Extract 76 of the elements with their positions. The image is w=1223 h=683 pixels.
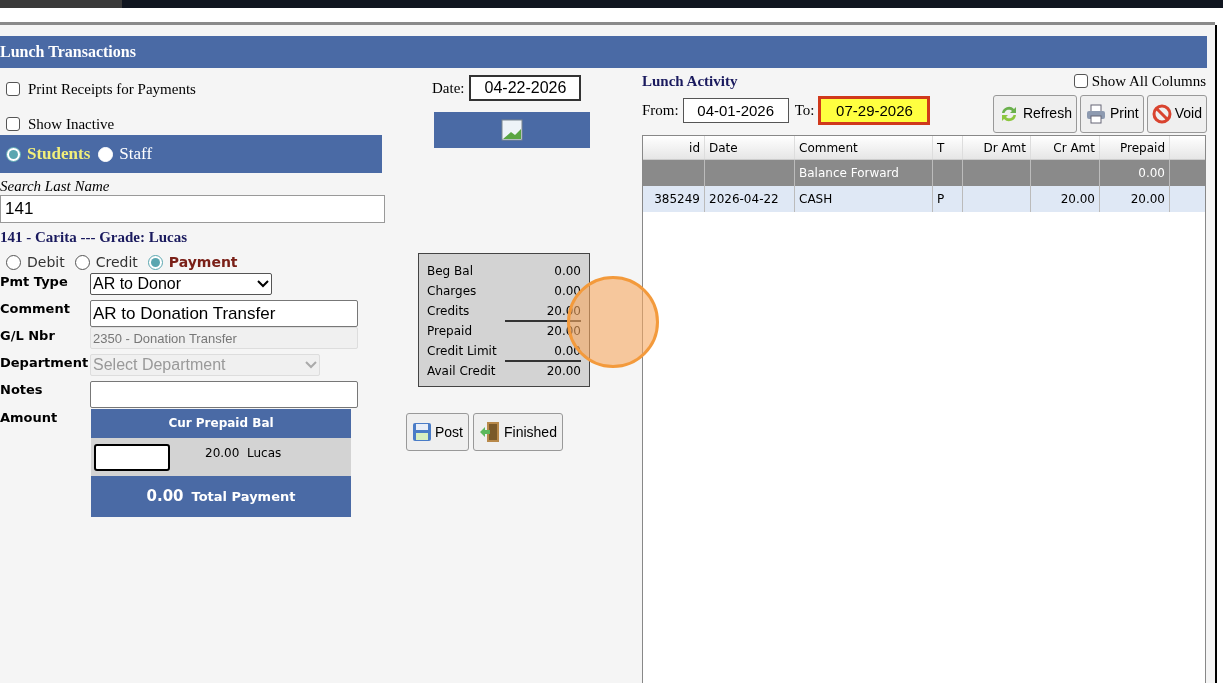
balance-value: 20.00 Lucas (205, 445, 282, 462)
void-button[interactable]: Void (1146, 94, 1207, 133)
radio-label: Staff (119, 143, 153, 166)
table-cell: 385249 (643, 185, 705, 212)
radio-button[interactable] (6, 146, 21, 162)
total-value: 0.00 (146, 486, 184, 508)
section-title: Lunch Activity (642, 72, 739, 91)
field-label: Notes (0, 381, 44, 399)
field-label: Amount (0, 409, 59, 427)
radio-label: Debit (27, 252, 65, 272)
prohibited-icon (1151, 103, 1172, 124)
radio-button[interactable] (74, 254, 90, 270)
checkbox-label: Print Receipts for Payments (28, 79, 196, 99)
to-label: To: (794, 101, 815, 121)
column-header[interactable]: Prepaid (1100, 135, 1170, 159)
column-header[interactable]: T (933, 135, 963, 159)
date-label: Date: (432, 78, 465, 98)
table-cell: CASH (795, 185, 933, 212)
post-button[interactable]: Post (406, 413, 469, 451)
print-button[interactable]: Print (1079, 94, 1144, 133)
door-icon (479, 421, 501, 443)
column-heading: Cur Prepaid Bal (167, 415, 275, 432)
page-title: Lunch Transactions (0, 42, 136, 62)
search-field[interactable]: 141 (0, 195, 385, 223)
column-header[interactable]: Cr Amt (1031, 135, 1100, 159)
summary-label: Charges (427, 283, 477, 300)
field-label: Comment (0, 300, 71, 318)
summary-label: Credit Limit (427, 343, 497, 360)
search-label: Search Last Name (0, 177, 111, 195)
date-field[interactable]: 04-22-2026 (469, 75, 582, 101)
finished-button[interactable]: Finished (473, 413, 563, 451)
field-label: Department (0, 354, 90, 372)
image-button[interactable] (434, 112, 590, 148)
summary-value: 0.00 (553, 263, 581, 280)
table-cell: 20.00 (1031, 185, 1100, 212)
summary-label: Credits (427, 303, 470, 320)
broken-image-icon (501, 119, 523, 141)
table-cell: 0.00 (1100, 159, 1170, 186)
refresh-button[interactable]: Refresh (992, 94, 1077, 133)
chevron-down-icon (305, 361, 317, 369)
checkbox[interactable] (6, 82, 20, 96)
text-field[interactable] (90, 381, 358, 408)
total-label: Total Payment (191, 487, 296, 506)
summary-label: Prepaid (427, 323, 472, 340)
checkbox-label: Show Inactive (28, 114, 115, 134)
checkbox[interactable] (6, 117, 20, 131)
checkbox-label: Show All Columns (1091, 72, 1206, 91)
amount-field[interactable] (94, 443, 170, 471)
radio-label: Credit (95, 252, 138, 272)
table-row[interactable]: 385249 2026-04-22 CASH P 20.00 20.00 (643, 185, 1205, 212)
summary-label: Beg Bal (427, 263, 473, 280)
column-header[interactable]: id (643, 135, 705, 159)
table-cell: P (933, 185, 963, 212)
printer-icon (1084, 102, 1107, 125)
table-cell: 2026-04-22 (705, 185, 795, 212)
radio-label: Payment (168, 252, 238, 272)
chevron-down-icon (257, 280, 269, 288)
summary-value: 20.00 (505, 360, 581, 380)
column-header[interactable]: Date (705, 135, 795, 159)
radio-button[interactable] (6, 254, 21, 270)
to-date-field[interactable]: 07-29-2026 (818, 96, 931, 125)
radio-button[interactable] (147, 254, 163, 270)
field-label: Pmt Type (0, 273, 69, 291)
radio-label: Students (27, 143, 91, 166)
payment-type-dropdown[interactable]: AR to Donor (90, 273, 272, 295)
text-field[interactable]: AR to Donation Transfer (90, 300, 358, 327)
field-label: G/L Nbr (0, 327, 56, 345)
summary-label: Avail Credit (427, 363, 496, 380)
from-label: From: (642, 101, 679, 121)
table-cell: Balance Forward (795, 159, 933, 186)
checkbox[interactable] (1073, 74, 1088, 89)
from-date-field[interactable]: 04-01-2026 (682, 98, 789, 123)
table-cell: 20.00 (1100, 185, 1170, 212)
column-header[interactable]: Dr Amt (963, 135, 1031, 159)
column-header[interactable]: Comment (795, 135, 933, 159)
student-heading: 141 - Carita --- Grade: Lucas (0, 228, 189, 246)
